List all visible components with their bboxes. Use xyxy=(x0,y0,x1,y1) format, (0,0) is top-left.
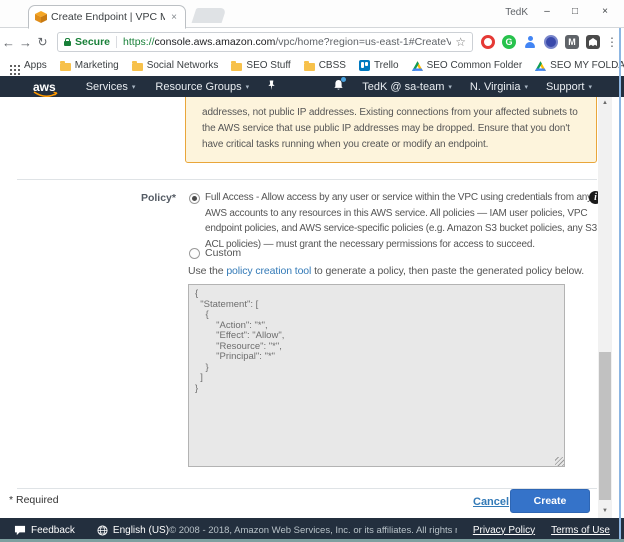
ghost-extension-icon[interactable] xyxy=(586,35,600,49)
nav-region-menu[interactable]: N. Virginia▾ xyxy=(470,81,528,93)
forward-button[interactable]: → xyxy=(17,35,34,50)
speech-bubble-icon xyxy=(14,525,26,536)
browser-window: Create Endpoint | VPC M × TedK – □ × ← →… xyxy=(0,0,624,542)
warning-text: addresses, not public IP addresses. Exis… xyxy=(202,105,580,153)
folder-icon xyxy=(231,63,242,71)
info-icon[interactable]: i xyxy=(589,191,598,204)
custom-radio[interactable] xyxy=(189,248,200,259)
policy-editor-wrap: { "Statement": [ { "Action": "*", "Effec… xyxy=(188,284,565,467)
bookmark-star-icon[interactable]: ☆ xyxy=(455,35,466,49)
browser-tab[interactable]: Create Endpoint | VPC M × xyxy=(28,5,186,29)
url-text[interactable]: https://console.aws.amazon.com/vpc/home?… xyxy=(123,36,451,48)
pushpin-icon[interactable] xyxy=(267,79,276,94)
page-content: addresses, not public IP addresses. Exis… xyxy=(0,97,598,518)
resize-handle-icon[interactable] xyxy=(555,457,564,466)
nav-services[interactable]: Services▾ xyxy=(86,81,136,93)
drive-icon xyxy=(535,61,546,71)
back-button[interactable]: ← xyxy=(0,35,17,50)
chevron-down-icon: ▾ xyxy=(524,83,528,91)
green-circle-extension-icon[interactable]: G xyxy=(502,35,516,49)
tab-title: Create Endpoint | VPC M xyxy=(51,11,165,23)
browser-menu-icon[interactable]: ⋮ xyxy=(606,35,618,49)
notification-dot xyxy=(341,77,346,82)
secure-label: Secure xyxy=(75,36,110,48)
browser-toolbar: ← → ↻ Secure https://console.aws.amazon.… xyxy=(0,29,624,55)
feedback-button[interactable]: Feedback xyxy=(14,525,75,536)
secure-lock-icon xyxy=(64,41,71,46)
terms-of-use-link[interactable]: Terms of Use xyxy=(551,525,610,536)
url-path: /vpc/home?region=us-east-1#CreateVpcEndp… xyxy=(275,36,451,48)
chevron-down-icon: ▾ xyxy=(132,83,136,91)
language-selector[interactable]: English (US) xyxy=(97,525,169,536)
apps-grid-icon xyxy=(10,65,12,67)
create-endpoint-button[interactable]: Create endpoint xyxy=(510,489,590,513)
scrollbar-thumb[interactable] xyxy=(599,352,611,500)
address-bar[interactable]: Secure https://console.aws.amazon.com/vp… xyxy=(57,32,473,52)
new-tab-button[interactable] xyxy=(192,8,227,23)
tab-close-icon[interactable]: × xyxy=(169,12,179,23)
window-right-border xyxy=(619,28,621,539)
red-ring-extension-icon[interactable] xyxy=(481,35,495,49)
drive-icon xyxy=(412,61,423,71)
policy-field-label: Policy* xyxy=(100,192,176,204)
chevron-down-icon: ▾ xyxy=(588,83,592,91)
cancel-button[interactable]: Cancel xyxy=(473,496,509,508)
folder-icon xyxy=(304,63,315,71)
nav-account-menu[interactable]: TedK @ sa-team▾ xyxy=(362,81,452,93)
privacy-policy-link[interactable]: Privacy Policy xyxy=(473,525,535,536)
bookmark-trello[interactable]: Trello xyxy=(359,60,399,71)
nav-resource-groups[interactable]: Resource Groups▾ xyxy=(155,81,249,93)
blue-circle-extension-icon[interactable] xyxy=(544,35,558,49)
bookmark-seo-stuff[interactable]: SEO Stuff xyxy=(231,60,290,71)
full-access-description: Full Access - Allow access by any user o… xyxy=(205,190,597,252)
m-extension-icon[interactable]: M xyxy=(565,35,579,49)
extension-icons: G M xyxy=(481,35,600,49)
blue-person-extension-icon[interactable] xyxy=(523,35,537,49)
notifications-bell-icon[interactable] xyxy=(333,79,344,94)
folder-icon xyxy=(132,63,143,71)
page-scrollbar[interactable]: ▲ ▼ xyxy=(598,97,612,518)
scroll-down-arrow[interactable]: ▼ xyxy=(598,505,612,518)
reload-button[interactable]: ↻ xyxy=(34,35,51,49)
scroll-up-arrow[interactable]: ▲ xyxy=(598,97,612,110)
chevron-down-icon: ▾ xyxy=(448,83,452,91)
titlebar: Create Endpoint | VPC M × TedK – □ × xyxy=(0,0,624,28)
custom-radio-label[interactable]: Custom xyxy=(205,247,241,259)
nav-support-menu[interactable]: Support▾ xyxy=(546,81,592,93)
navbar-right: TedK @ sa-team▾ N. Virginia▾ Support▾ xyxy=(333,79,592,94)
minimize-button[interactable]: – xyxy=(538,3,556,21)
bookmarks-bar: Apps Marketing Social Networks SEO Stuff… xyxy=(0,55,624,76)
bookmark-seo-common-folder[interactable]: SEO Common Folder xyxy=(412,60,523,71)
aws-navbar: aws Services▾ Resource Groups▾ TedK @ sa… xyxy=(0,76,624,97)
chevron-down-icon: ▾ xyxy=(246,83,250,91)
maximize-button[interactable]: □ xyxy=(566,3,584,21)
policy-helper-text: Use the policy creation tool to generate… xyxy=(188,265,584,277)
bookmark-social-networks[interactable]: Social Networks xyxy=(132,60,219,71)
chrome-profile-name[interactable]: TedK xyxy=(505,7,528,18)
full-access-radio[interactable] xyxy=(189,193,200,204)
globe-icon xyxy=(97,525,108,536)
policy-creation-tool-link[interactable]: policy creation tool xyxy=(226,265,311,277)
aws-logo[interactable]: aws xyxy=(33,82,56,92)
trello-icon xyxy=(359,60,370,71)
bookmark-apps[interactable]: Apps xyxy=(8,60,47,71)
section-divider xyxy=(17,179,597,180)
policy-editor[interactable]: { "Statement": [ { "Action": "*", "Effec… xyxy=(188,284,565,467)
close-window-button[interactable]: × xyxy=(596,3,614,21)
url-scheme: https:// xyxy=(123,36,155,48)
bookmark-marketing[interactable]: Marketing xyxy=(60,60,119,71)
bookmark-cbss[interactable]: CBSS xyxy=(304,60,346,71)
warning-box: addresses, not public IP addresses. Exis… xyxy=(185,97,597,163)
required-note: * Required xyxy=(9,494,59,506)
vpc-cube-favicon xyxy=(35,11,47,23)
url-host: console.aws.amazon.com xyxy=(155,36,276,48)
bookmark-seo-my-foldah[interactable]: SEO MY FOLDAH xyxy=(535,60,624,71)
copyright-text: © 2008 - 2018, Amazon Web Services, Inc.… xyxy=(169,525,457,536)
folder-icon xyxy=(60,63,71,71)
url-separator xyxy=(116,36,117,48)
